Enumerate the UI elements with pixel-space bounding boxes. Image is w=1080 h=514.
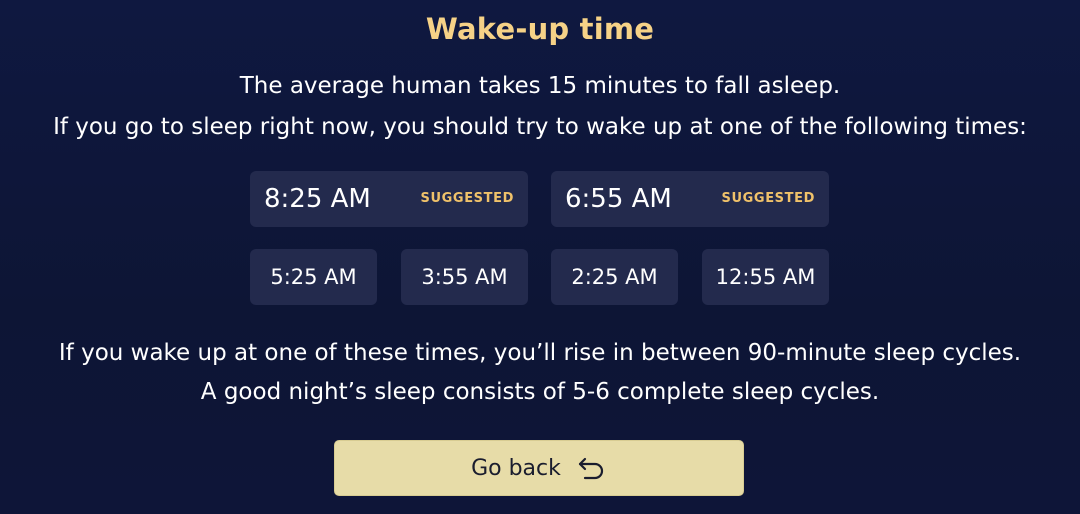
time-card[interactable]: 12:55 AM <box>702 249 829 305</box>
return-arrow-icon <box>577 456 607 480</box>
outro-line-1: If you wake up at one of these times, yo… <box>58 340 1022 366</box>
suggested-badge: SUGGESTED <box>420 191 514 206</box>
outro-text: If you wake up at one of these times, yo… <box>0 334 1080 412</box>
wake-up-page: Wake-up time The average human takes 15 … <box>0 0 1080 514</box>
time-label: 8:25 AM <box>264 184 371 214</box>
intro-text: The average human takes 15 minutes to fa… <box>0 66 1080 148</box>
time-label: 6:55 AM <box>565 184 672 214</box>
suggested-times: 8:25 AM SUGGESTED 6:55 AM SUGGESTED <box>250 171 830 227</box>
intro-line-2: If you go to sleep right now, you should… <box>53 114 1027 140</box>
outro-line-2: A good night’s sleep consists of 5-6 com… <box>200 379 880 405</box>
time-card[interactable]: 2:25 AM <box>551 249 678 305</box>
suggested-time-card[interactable]: 8:25 AM SUGGESTED <box>250 171 528 227</box>
go-back-button[interactable]: Go back <box>334 440 744 496</box>
page-title: Wake-up time <box>425 12 655 46</box>
go-back-label: Go back <box>471 455 561 481</box>
suggested-badge: SUGGESTED <box>721 191 815 206</box>
other-times: 5:25 AM 3:55 AM 2:25 AM 12:55 AM <box>250 249 830 305</box>
time-card[interactable]: 5:25 AM <box>250 249 377 305</box>
suggested-time-card[interactable]: 6:55 AM SUGGESTED <box>551 171 829 227</box>
time-card[interactable]: 3:55 AM <box>401 249 528 305</box>
intro-line-1: The average human takes 15 minutes to fa… <box>239 73 841 99</box>
